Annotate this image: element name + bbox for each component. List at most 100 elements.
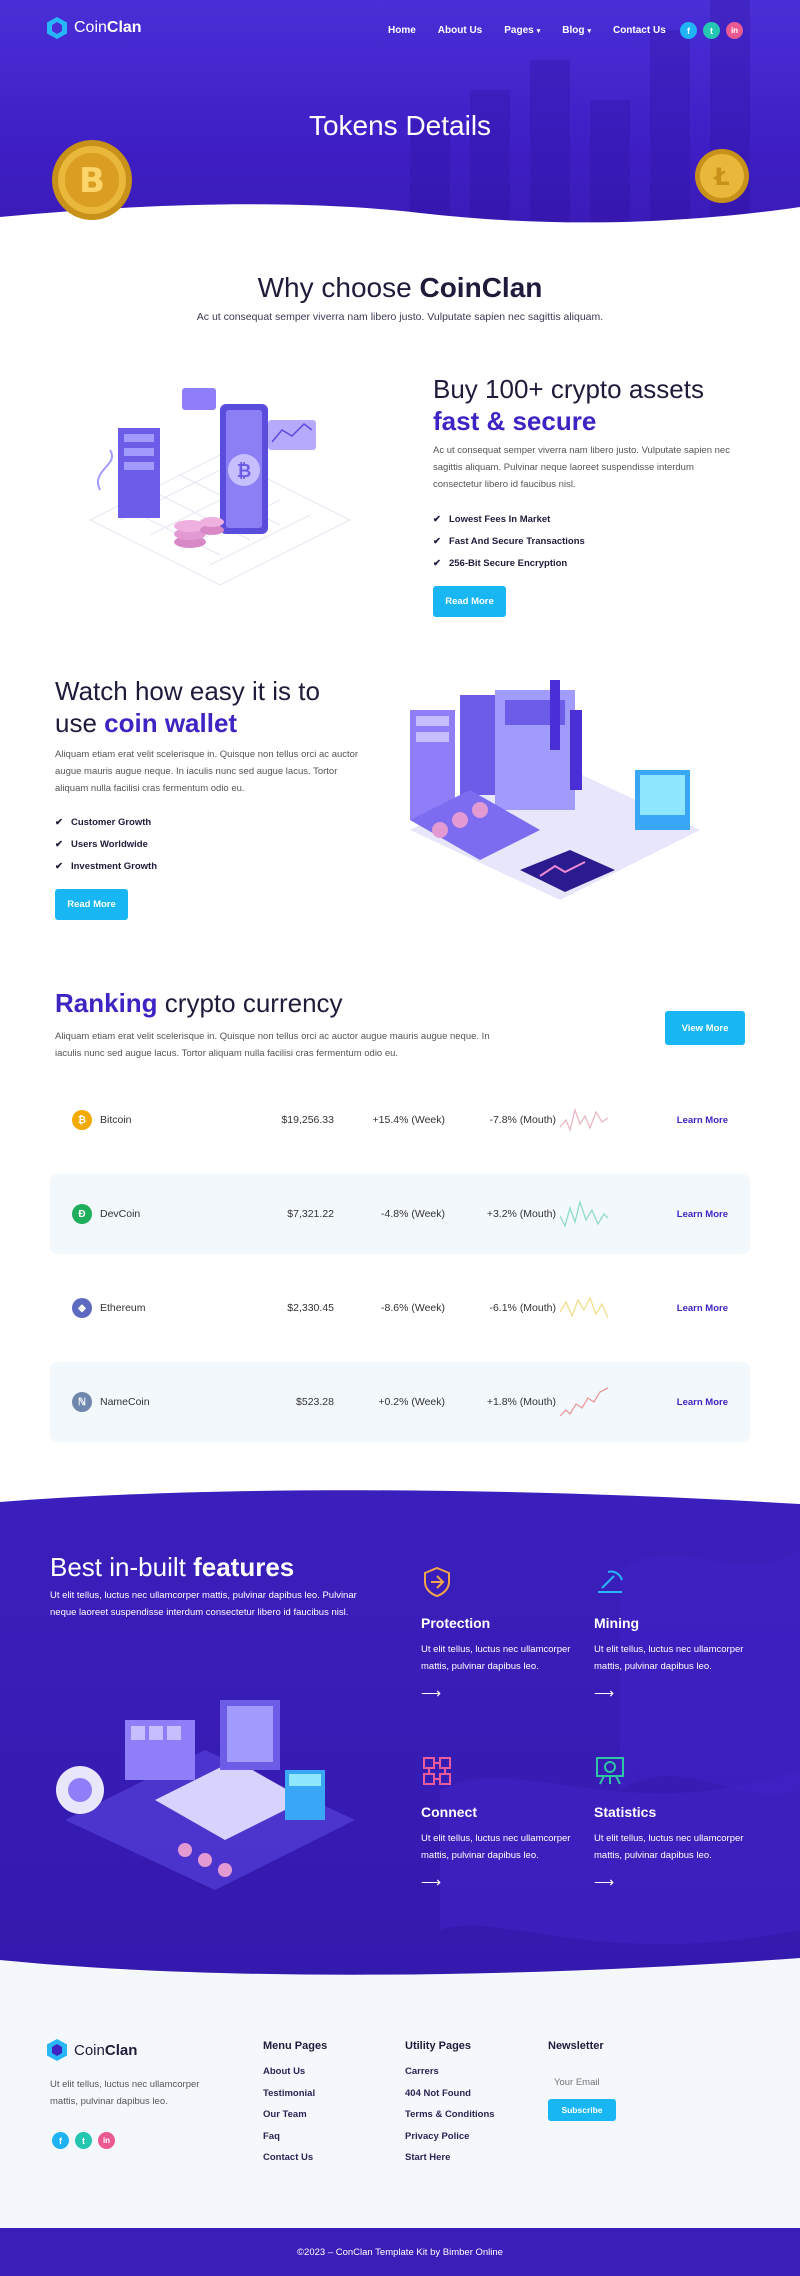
- learn-more-link[interactable]: Learn More: [650, 1362, 728, 1442]
- brand-name-light: Coin: [74, 2041, 105, 2059]
- check-icon: ✔: [433, 513, 441, 525]
- check-label: Fast And Secure Transactions: [448, 535, 585, 547]
- features-title-bold: features: [193, 1552, 295, 1582]
- learn-more-link[interactable]: Learn More: [650, 1080, 728, 1160]
- facebook-icon[interactable]: f: [52, 2132, 69, 2149]
- coin-price: $2,330.45: [287, 1302, 334, 1314]
- arrow-right-icon[interactable]: ⟶: [594, 1685, 744, 1702]
- brand-logo[interactable]: CoinClan: [46, 16, 142, 40]
- footer-link[interactable]: Carrers: [405, 2066, 495, 2088]
- linkedin-icon[interactable]: in: [98, 2132, 115, 2149]
- footer-link[interactable]: Faq: [263, 2131, 327, 2153]
- coin-symbol: ℕ: [72, 1392, 92, 1412]
- ranking-title-light: crypto currency: [157, 988, 343, 1018]
- footer-link[interactable]: 404 Not Found: [405, 2088, 495, 2110]
- feature-card-protection: Protection Ut elit tellus, luctus nec ul…: [421, 1566, 571, 1702]
- feature-card-statistics: Statistics Ut elit tellus, luctus nec ul…: [594, 1755, 744, 1891]
- sparkline-chart: [560, 1080, 620, 1160]
- arrow-right-icon[interactable]: ⟶: [421, 1685, 571, 1702]
- footer-link[interactable]: About Us: [263, 2066, 327, 2088]
- block1-title-bold: fast & secure: [433, 406, 597, 436]
- list-item: ✔ 256-Bit Secure Encryption: [433, 552, 585, 574]
- table-row: Đ DevCoin $7,321.22 -4.8% (Week) +3.2% (Mout…: [50, 1174, 750, 1254]
- footer-newsletter: Newsletter: [548, 2040, 604, 2066]
- learn-more-link[interactable]: Learn More: [650, 1268, 728, 1348]
- chevron-down-icon: ▾: [587, 28, 591, 35]
- coin-name: DevCoin: [100, 1208, 141, 1220]
- nav-about-us[interactable]: About Us: [438, 25, 482, 36]
- subscribe-button[interactable]: Subscribe: [548, 2099, 616, 2121]
- feature-card-connect: Connect Ut elit tellus, luctus nec ullam…: [421, 1755, 571, 1891]
- facebook-icon[interactable]: f: [680, 22, 697, 39]
- nav-pages[interactable]: Pages ▾: [504, 25, 540, 36]
- block1-read-more-button[interactable]: Read More: [433, 586, 506, 617]
- footer-link[interactable]: Testimonial: [263, 2088, 327, 2110]
- nav-blog[interactable]: Blog ▾: [562, 25, 591, 36]
- feature-card-text: Ut elit tellus, luctus nec ullamcorper m…: [421, 1833, 571, 1861]
- learn-more-link[interactable]: Learn More: [650, 1174, 728, 1254]
- header-social-links: f t in: [680, 22, 743, 39]
- coin-icon: ◆: [72, 1268, 92, 1348]
- footer-column-title: Utility Pages: [405, 2040, 472, 2052]
- footer-link[interactable]: Our Team: [263, 2109, 327, 2131]
- twitter-icon[interactable]: t: [703, 22, 720, 39]
- view-more-button[interactable]: View More: [665, 1011, 745, 1045]
- crypto-phone-illustration: ₿: [88, 388, 352, 586]
- block1-title-light: Buy 100+ crypto assets: [433, 374, 704, 404]
- bitcoin-coin-icon: B: [52, 140, 132, 220]
- twitter-icon[interactable]: t: [75, 2132, 92, 2149]
- block2-read-more-button[interactable]: Read More: [55, 889, 128, 920]
- check-label: 256-Bit Secure Encryption: [448, 557, 568, 569]
- block1-text: Ac ut consequat semper viverra nam liber…: [433, 445, 730, 490]
- nav-home[interactable]: Home: [388, 25, 416, 36]
- list-item: ✔ Investment Growth: [55, 855, 157, 877]
- check-label: Users Worldwide: [70, 838, 148, 850]
- coin-name: Bitcoin: [100, 1114, 132, 1126]
- block1-checklist: ✔ Lowest Fees In Market ✔ Fast And Secure …: [433, 508, 585, 574]
- pickaxe-icon: [598, 1570, 623, 1593]
- why-title-light: Why choose: [257, 272, 420, 303]
- footer-social-links: f t in: [52, 2132, 115, 2149]
- hexagon-logo-icon: [47, 17, 67, 39]
- nav-contact-us[interactable]: Contact Us: [613, 25, 666, 36]
- footer-link[interactable]: Contact Us: [263, 2152, 327, 2174]
- list-item: ✔ Lowest Fees In Market: [433, 508, 585, 530]
- newsletter-email-input[interactable]: [548, 2072, 698, 2092]
- arrow-right-icon[interactable]: ⟶: [421, 1874, 571, 1891]
- feature-card-text: Ut elit tellus, luctus nec ullamcorper m…: [594, 1644, 744, 1672]
- why-subtitle: Ac ut consequat semper viverra nam liber…: [196, 311, 604, 323]
- coin-month-change: +3.2% (Mouth): [486, 1208, 556, 1220]
- svg-text:B: B: [79, 161, 105, 201]
- coin-name: NameCoin: [100, 1396, 150, 1408]
- table-row: ₿ Bitcoin $19,256.33 +15.4% (Week) -7.8% (Mo…: [50, 1080, 750, 1160]
- linkedin-icon[interactable]: in: [726, 22, 743, 39]
- coin-icon: ℕ: [72, 1362, 92, 1442]
- check-label: Lowest Fees In Market: [448, 513, 551, 525]
- footer-logo[interactable]: CoinClan: [46, 2038, 137, 2062]
- footer-link[interactable]: Terms & Conditions: [405, 2109, 495, 2131]
- arrow-right-icon[interactable]: ⟶: [594, 1874, 744, 1891]
- footer-link[interactable]: Start Here: [405, 2152, 495, 2174]
- sparkline-chart: [560, 1362, 620, 1442]
- hero-title: Tokens Details: [308, 110, 492, 141]
- why-title: Why choose CoinClan: [0, 272, 800, 304]
- feature-card-title: Connect: [421, 1804, 477, 1820]
- hero-banner: B Ł CoinClan Home About Us Pages ▾ Blog ▾ …: [0, 0, 800, 232]
- sparkline-chart: [560, 1174, 620, 1254]
- table-row: ◆ Ethereum $2,330.45 -8.6% (Week) -6.1% (Mou…: [50, 1268, 750, 1348]
- block2-title-bold: coin wallet: [104, 708, 238, 738]
- footer-about-text: Ut elit tellus, luctus nec ullamcorper m…: [50, 2079, 200, 2107]
- coin-symbol: ₿: [72, 1110, 92, 1130]
- feature-card-title: Protection: [421, 1615, 491, 1631]
- list-item: ✔ Fast And Secure Transactions: [433, 530, 585, 552]
- feature-card-text: Ut elit tellus, luctus nec ullamcorper m…: [421, 1644, 571, 1672]
- block2-checklist: ✔ Customer Growth ✔ Users Worldwide ✔ Inves…: [55, 811, 157, 877]
- check-icon: ✔: [433, 535, 441, 547]
- svg-text:₿: ₿: [237, 461, 252, 482]
- ranking-table: ₿ Bitcoin $19,256.33 +15.4% (Week) -7.8% (Mo…: [50, 1080, 750, 1456]
- coin-symbol: ◆: [72, 1298, 92, 1318]
- block2-title-line1: Watch how easy it is to: [55, 676, 320, 706]
- footer-link[interactable]: Privacy Police: [405, 2131, 495, 2153]
- footer-column-title: Menu Pages: [263, 2040, 328, 2052]
- coin-price: $19,256.33: [281, 1114, 334, 1126]
